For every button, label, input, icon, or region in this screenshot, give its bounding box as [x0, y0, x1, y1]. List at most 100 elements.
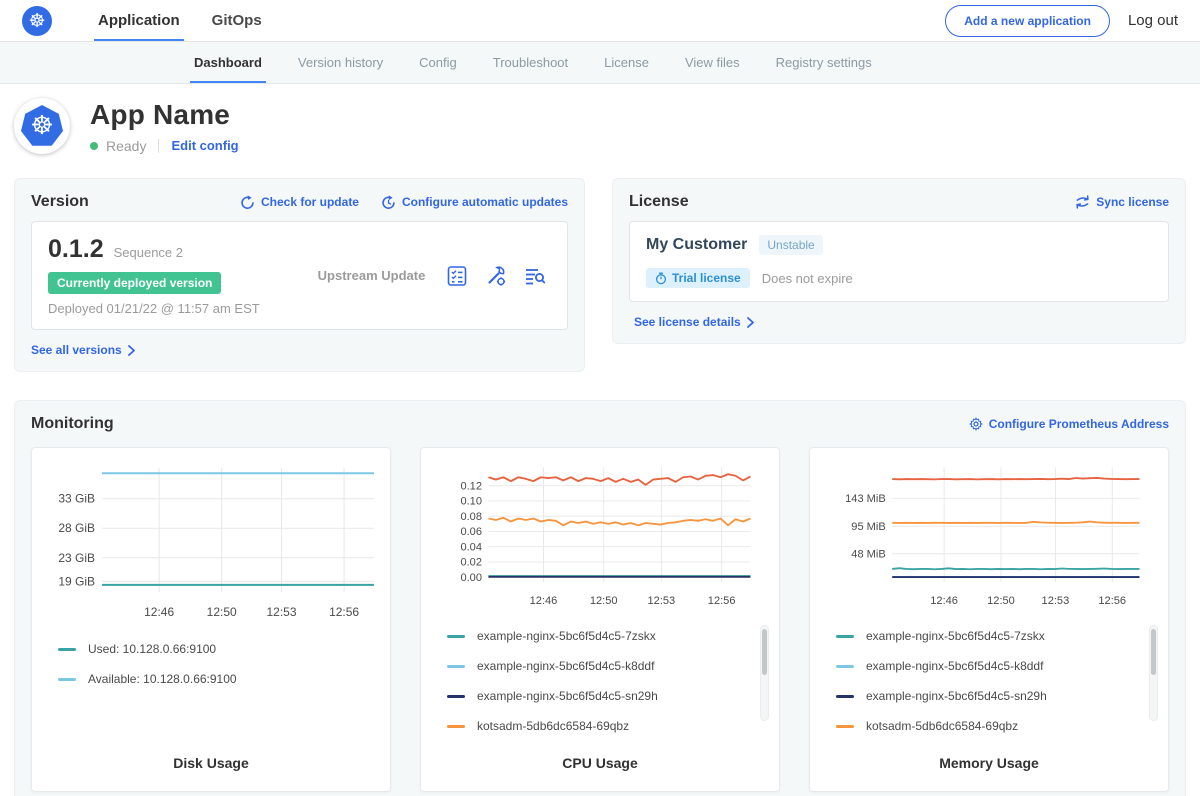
status-badge: Ready — [106, 138, 146, 154]
svg-text:19 GiB: 19 GiB — [58, 574, 95, 588]
see-license-details-link[interactable]: See license details — [629, 315, 1169, 329]
legend-scrollbar-thumb[interactable] — [762, 629, 767, 675]
legend-item: kotsadm-5db6dc6584-69qbz — [836, 719, 1156, 733]
legend-color-dash — [447, 695, 465, 698]
cpu-usage-card: 0.000.020.040.060.080.100.1212:4612:5012… — [420, 447, 780, 792]
monitoring-cards: 19 GiB 23 GiB 28 GiB 33 GiB 12:46 12:50 12:53 1… — [31, 447, 1169, 792]
svg-text:12:53: 12:53 — [267, 605, 297, 619]
svg-text:48 MiB: 48 MiB — [851, 548, 885, 560]
legend-label: example-nginx-5bc6f5d4c5-k8ddf — [866, 659, 1043, 673]
legend-label: kotsadm-5db6dc6584-69qbz — [477, 719, 629, 733]
deploy-logs-icon[interactable] — [523, 264, 547, 288]
svg-text:0.06: 0.06 — [460, 526, 482, 538]
legend-label: Used: 10.128.0.66:9100 — [88, 642, 216, 656]
svg-text:143 MiB: 143 MiB — [845, 493, 886, 505]
legend-color-dash — [447, 725, 465, 728]
edit-config-link[interactable]: Edit config — [171, 138, 238, 153]
legend-item: Used: 10.128.0.66:9100 — [58, 642, 378, 656]
legend-scrollbar-thumb[interactable] — [1151, 629, 1156, 675]
configure-automatic-updates-link[interactable]: Configure automatic updates — [381, 195, 568, 210]
kubernetes-app-icon: ☸ — [21, 105, 63, 147]
legend-color-dash — [58, 678, 76, 681]
tab-registry-settings[interactable]: Registry settings — [758, 42, 890, 83]
legend-color-dash — [58, 648, 76, 651]
legend-item: Available: 10.128.0.66:9100 — [58, 672, 378, 686]
legend-item: example-nginx-5bc6f5d4c5-k8ddf — [836, 659, 1156, 673]
top-nav: ☸ ApplicationGitOps Add a new applicatio… — [0, 0, 1200, 42]
see-license-details-label: See license details — [634, 315, 741, 329]
disk-usage-legend: Used: 10.128.0.66:9100 Available: 10.128.… — [44, 642, 378, 749]
legend-item: example-nginx-5bc6f5d4c5-7zskx — [836, 629, 1156, 643]
svg-text:28 GiB: 28 GiB — [58, 521, 95, 535]
legend-color-dash — [447, 635, 465, 638]
tab-config[interactable]: Config — [401, 42, 475, 83]
topnav-tab-gitops[interactable]: GitOps — [196, 0, 278, 41]
svg-text:12:50: 12:50 — [987, 595, 1015, 607]
svg-text:12:50: 12:50 — [207, 605, 237, 619]
legend-label: example-nginx-5bc6f5d4c5-sn29h — [477, 689, 658, 703]
trial-license-badge: Trial license — [646, 268, 750, 288]
license-detail-row: My Customer Unstable Trial license Does … — [629, 221, 1169, 302]
kubernetes-logo-icon: ☸ — [22, 6, 52, 36]
memory-usage-card: 48 MiB95 MiB143 MiB12:4612:5012:5312:56e… — [809, 447, 1169, 792]
sync-license-link[interactable]: Sync license — [1075, 195, 1169, 209]
app-header: ☸ App Name Ready Edit config — [0, 84, 1200, 170]
monitoring-title: Monitoring — [31, 415, 114, 433]
version-card-title: Version — [31, 193, 89, 211]
svg-text:12:46: 12:46 — [530, 595, 558, 607]
tab-license[interactable]: License — [586, 42, 667, 83]
disk-usage-title: Disk Usage — [44, 749, 378, 781]
preflight-checks-icon[interactable] — [445, 264, 469, 288]
svg-text:0.08: 0.08 — [460, 511, 482, 523]
svg-text:12:56: 12:56 — [1098, 595, 1126, 607]
app-tab-bar: DashboardVersion historyConfigTroublesho… — [0, 42, 1200, 84]
logout-link[interactable]: Log out — [1128, 12, 1178, 29]
configure-prometheus-link[interactable]: Configure Prometheus Address — [969, 417, 1169, 431]
check-for-update-link[interactable]: Check for update — [240, 195, 359, 210]
status-dot-icon — [90, 142, 98, 150]
customer-name: My Customer — [646, 236, 747, 254]
cards-row: Version Check for update Configure autom… — [0, 170, 1200, 372]
divider — [158, 139, 159, 153]
topnav-tab-application[interactable]: Application — [82, 0, 196, 41]
see-all-versions-link[interactable]: See all versions — [31, 343, 568, 357]
config-wrench-icon[interactable] — [484, 264, 508, 288]
legend-scrollbar[interactable] — [1149, 625, 1158, 721]
svg-text:23 GiB: 23 GiB — [58, 551, 95, 565]
svg-text:12:50: 12:50 — [590, 595, 618, 607]
legend-label: example-nginx-5bc6f5d4c5-sn29h — [866, 689, 1047, 703]
refresh-icon — [240, 195, 255, 210]
legend-item: example-nginx-5bc6f5d4c5-sn29h — [447, 689, 767, 703]
page-title: App Name — [90, 99, 239, 131]
legend-color-dash — [836, 635, 854, 638]
tab-dashboard[interactable]: Dashboard — [176, 42, 280, 83]
svg-text:0.10: 0.10 — [460, 496, 482, 508]
app-icon: ☸ — [14, 98, 70, 154]
svg-text:12:53: 12:53 — [1042, 595, 1070, 607]
legend-label: kotsadm-5db6dc6584-69qbz — [866, 719, 1018, 733]
disk-usage-card: 19 GiB23 GiB28 GiB33 GiB12:4612:5012:531… — [31, 447, 391, 792]
disk-usage-chart: 19 GiB23 GiB28 GiB33 GiB12:4612:5012:531… — [44, 460, 380, 628]
version-source: Upstream Update — [298, 268, 445, 283]
tab-version-history[interactable]: Version history — [280, 42, 401, 83]
chevron-right-icon — [127, 345, 136, 356]
svg-text:33 GiB: 33 GiB — [58, 492, 95, 506]
add-application-button[interactable]: Add a new application — [945, 5, 1110, 37]
license-card-title: License — [629, 193, 689, 211]
legend-label: example-nginx-5bc6f5d4c5-7zskx — [866, 629, 1045, 643]
legend-scrollbar[interactable] — [760, 625, 769, 721]
tab-troubleshoot[interactable]: Troubleshoot — [475, 42, 586, 83]
legend-color-dash — [836, 725, 854, 728]
svg-text:12:56: 12:56 — [708, 595, 736, 607]
legend-color-dash — [447, 665, 465, 668]
svg-text:12:46: 12:46 — [144, 605, 174, 619]
svg-text:0.00: 0.00 — [460, 572, 482, 584]
brand-logo[interactable]: ☸ — [22, 0, 52, 41]
svg-text:12:46: 12:46 — [930, 595, 958, 607]
tab-view-files[interactable]: View files — [667, 42, 758, 83]
svg-text:0.02: 0.02 — [460, 557, 482, 569]
deployed-badge: Currently deployed version — [48, 272, 221, 294]
license-expiry: Does not expire — [762, 271, 853, 286]
topnav-tabs: ApplicationGitOps — [82, 0, 278, 41]
channel-badge: Unstable — [759, 235, 822, 255]
